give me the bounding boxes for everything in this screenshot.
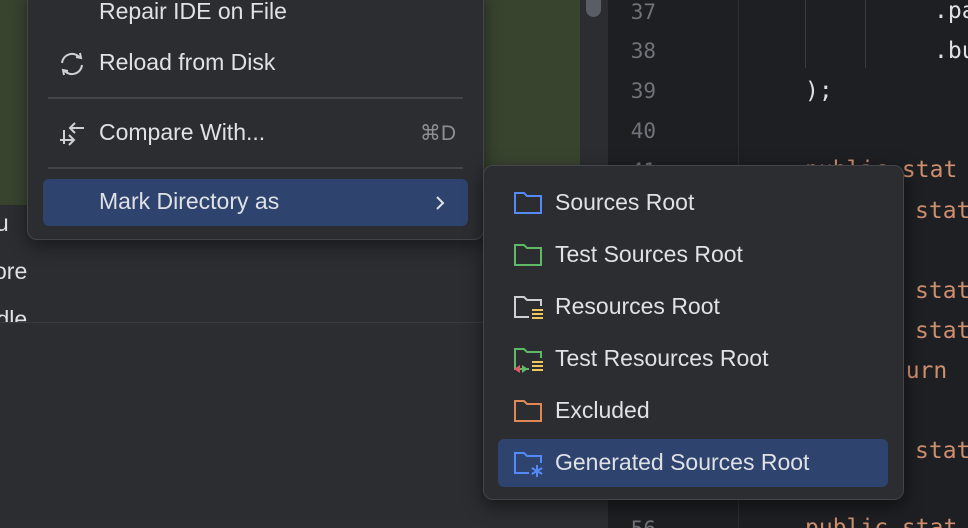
code-token: stat (915, 438, 968, 464)
code-token: stat (915, 278, 968, 304)
excluded-folder-icon (514, 400, 542, 422)
menu-item-label: Compare With... (99, 119, 266, 145)
code-token: stat (915, 318, 968, 344)
indent-guide (865, 0, 866, 68)
code-token: stat (915, 198, 968, 224)
line-number: 38 (630, 39, 656, 63)
code-token: .bu (934, 38, 968, 64)
menu-item-label: Mark Directory as (99, 188, 280, 214)
line-number: 40 (630, 119, 656, 143)
submenu-item-test-sources-root[interactable]: Test Sources Root (498, 231, 888, 279)
chevron-right-icon (436, 196, 445, 210)
context-menu: Repair IDE on File Reload from Disk Comp… (27, 0, 484, 240)
submenu-item-label: Sources Root (555, 189, 695, 215)
menu-item-repair-ide[interactable]: Repair IDE on File (43, 0, 468, 36)
tree-item[interactable]: ibu (0, 210, 9, 237)
submenu-item-generated-sources-root[interactable]: Generated Sources Root (498, 439, 888, 487)
submenu-item-label: Test Resources Root (555, 345, 769, 371)
code-token: .pa (934, 0, 968, 24)
menu-item-label: Reload from Disk (99, 49, 276, 75)
menu-shortcut: ⌘D (419, 122, 456, 145)
submenu-item-sources-root[interactable]: Sources Root (498, 179, 888, 227)
menu-item-label: Repair IDE on File (99, 0, 287, 24)
line-number: 39 (630, 79, 656, 103)
menu-separator (48, 97, 463, 99)
mark-directory-submenu: Sources Root Test Sources Root Resources… (483, 165, 904, 500)
tree-item[interactable]: ore (0, 258, 27, 285)
resources-root-folder-icon (514, 296, 543, 319)
line-number: 37 (630, 0, 656, 24)
submenu-item-excluded[interactable]: Excluded (498, 387, 888, 435)
submenu-item-test-resources-root[interactable]: Test Resources Root (498, 335, 888, 383)
submenu-item-label: Resources Root (555, 293, 720, 319)
line-number: 56 (608, 517, 656, 528)
menu-separator (48, 167, 463, 169)
tree-scrollbar-thumb[interactable] (586, 0, 601, 17)
indent-guide (805, 0, 806, 68)
submenu-item-label: Test Sources Root (555, 241, 743, 267)
menu-item-reload-from-disk[interactable]: Reload from Disk (43, 40, 468, 87)
submenu-item-resources-root[interactable]: Resources Root (498, 283, 888, 331)
compare-icon (60, 122, 84, 146)
test-resources-root-folder-icon (514, 348, 543, 373)
reload-icon (61, 52, 83, 76)
code-token: public stat (805, 515, 958, 528)
menu-item-compare-with[interactable]: Compare With... ⌘D (43, 110, 468, 157)
menu-item-mark-directory-as[interactable]: Mark Directory as (43, 179, 468, 226)
generated-sources-root-folder-icon (514, 452, 543, 477)
test-sources-root-folder-icon (514, 244, 542, 266)
sources-root-folder-icon (514, 192, 542, 214)
submenu-item-label: Generated Sources Root (555, 449, 810, 475)
submenu-item-label: Excluded (555, 397, 650, 423)
code-token: ); (805, 78, 833, 104)
tree-item[interactable]: radle (0, 306, 27, 322)
